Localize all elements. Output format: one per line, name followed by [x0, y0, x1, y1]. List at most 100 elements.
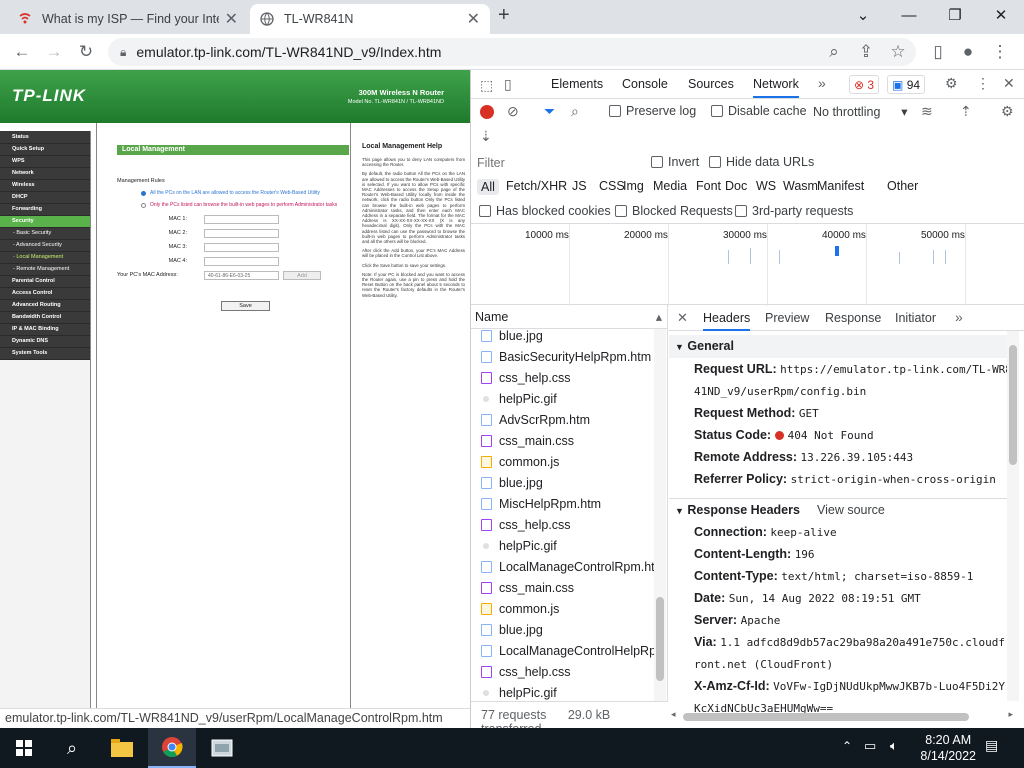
- request-row[interactable]: MiscHelpRpm.htm: [471, 493, 655, 514]
- request-row[interactable]: LocalManageControlRpm.htm: [471, 556, 655, 577]
- blocked-cookies-checkbox[interactable]: Has blocked cookies: [479, 204, 611, 218]
- network-tray-icon[interactable]: ▭: [864, 738, 876, 754]
- close-window-button[interactable]: ✕: [978, 0, 1024, 30]
- request-list-scrollbar[interactable]: [654, 329, 666, 701]
- router-menu-item[interactable]: Dynamic DNS: [0, 336, 90, 348]
- request-row[interactable]: AdvScrRpm.htm: [471, 409, 655, 430]
- clear-icon[interactable]: ⊘: [507, 103, 519, 120]
- more-options-icon[interactable]: ⋮: [976, 75, 990, 92]
- throttling-select[interactable]: No throttling ▾: [813, 104, 908, 119]
- windows-start-icon[interactable]: [0, 728, 48, 768]
- router-menu-item[interactable]: WPS: [0, 156, 90, 168]
- third-party-checkbox[interactable]: 3rd-party requests: [735, 204, 853, 218]
- mac-input-4[interactable]: [204, 257, 279, 266]
- chrome-taskbar-icon[interactable]: [148, 728, 196, 768]
- detail-scrollbar[interactable]: [1007, 331, 1019, 701]
- search-icon[interactable]: ⌕: [571, 103, 579, 120]
- request-row[interactable]: helpPic.gif: [471, 535, 655, 556]
- address-bar[interactable]: 🔒︎ emulator.tp-link.com/TL-WR841ND_v9/In…: [108, 38, 916, 66]
- network-settings-icon[interactable]: ⚙: [1001, 103, 1014, 120]
- system-clock[interactable]: 8:20 AM 8/14/2022: [920, 732, 976, 764]
- filter-input[interactable]: Filter: [477, 156, 637, 170]
- tab-network[interactable]: Network: [753, 77, 799, 98]
- mac-input-2[interactable]: [204, 229, 279, 238]
- chevron-down-icon[interactable]: ⌄: [840, 0, 886, 30]
- request-row[interactable]: blue.jpg: [471, 619, 655, 640]
- request-row[interactable]: css_help.css: [471, 661, 655, 682]
- error-badge[interactable]: ⊗ 3: [849, 75, 880, 94]
- search-taskbar-icon[interactable]: ⌕: [48, 728, 96, 768]
- request-row[interactable]: blue.jpg: [471, 325, 655, 346]
- general-section-header[interactable]: ▼ General: [669, 335, 1009, 358]
- tab-tl-wr841n[interactable]: TL-WR841N ✕: [250, 4, 490, 34]
- request-row[interactable]: BasicSecurityHelpRpm.htm: [471, 346, 655, 367]
- save-button[interactable]: Save: [221, 301, 270, 311]
- more-detail-tabs-icon[interactable]: »: [955, 309, 963, 325]
- hide-data-urls-checkbox[interactable]: Hide data URLs: [709, 155, 814, 169]
- type-filter-doc[interactable]: Doc: [725, 179, 747, 193]
- disable-cache-checkbox[interactable]: Disable cache: [711, 104, 807, 118]
- checkbox[interactable]: [711, 105, 723, 117]
- router-menu-item[interactable]: Bandwidth Control: [0, 312, 90, 324]
- back-button[interactable]: ←: [10, 40, 34, 64]
- router-menu-item[interactable]: Security: [0, 216, 90, 228]
- router-menu-item[interactable]: Wireless: [0, 180, 90, 192]
- scrollbar-thumb[interactable]: [683, 713, 969, 721]
- checkbox[interactable]: [479, 205, 491, 217]
- type-filter-js[interactable]: JS: [572, 179, 587, 193]
- router-menu-item[interactable]: - Local Management: [0, 252, 90, 264]
- menu-kebab-icon[interactable]: ⋮: [988, 40, 1012, 64]
- request-row[interactable]: common.js: [471, 598, 655, 619]
- router-menu-item[interactable]: Advanced Routing: [0, 300, 90, 312]
- preserve-log-checkbox[interactable]: Preserve log: [609, 104, 696, 118]
- show-hidden-icons-icon[interactable]: ⌃: [842, 739, 852, 753]
- scrollbar-thumb[interactable]: [656, 597, 664, 681]
- close-tab-icon[interactable]: ✕: [225, 9, 238, 29]
- radio-button[interactable]: [141, 202, 146, 208]
- blocked-requests-checkbox[interactable]: Blocked Requests: [615, 204, 733, 218]
- request-row[interactable]: css_main.css: [471, 577, 655, 598]
- volume-icon[interactable]: 🔈︎: [890, 738, 898, 754]
- request-row[interactable]: helpPic.gif: [471, 388, 655, 409]
- router-menu-item[interactable]: - Advanced Security: [0, 240, 90, 252]
- router-menu-item[interactable]: DHCP: [0, 192, 90, 204]
- type-filter-wasm[interactable]: Wasm: [783, 179, 818, 193]
- network-timeline[interactable]: 10000 ms 20000 ms 30000 ms 40000 ms 5000…: [471, 223, 1024, 306]
- invert-checkbox[interactable]: Invert: [651, 155, 699, 169]
- type-filter-all[interactable]: All: [477, 179, 499, 195]
- type-filter-css[interactable]: CSS: [599, 179, 625, 193]
- tab-preview[interactable]: Preview: [765, 311, 809, 325]
- minimize-button[interactable]: —: [886, 0, 932, 30]
- profile-icon[interactable]: ●: [956, 40, 980, 64]
- tab-whatismyisp[interactable]: What is my ISP — Find your Internet... ✕: [8, 4, 248, 34]
- scroll-left-icon[interactable]: ◂: [671, 709, 676, 720]
- radio-button[interactable]: [141, 190, 146, 196]
- upload-icon[interactable]: ⇡: [960, 103, 972, 120]
- download-icon[interactable]: ⇣: [480, 128, 492, 145]
- app-taskbar-icon[interactable]: [198, 728, 246, 768]
- router-menu-item[interactable]: Parental Control: [0, 276, 90, 288]
- request-row[interactable]: blue.jpg: [471, 472, 655, 493]
- forward-button[interactable]: →: [42, 40, 66, 64]
- settings-gear-icon[interactable]: ⚙: [945, 75, 958, 92]
- tab-response[interactable]: Response: [825, 311, 881, 325]
- response-headers-section-header[interactable]: ▼ Response Headers View source: [669, 498, 1009, 521]
- close-tab-icon[interactable]: ✕: [467, 9, 480, 29]
- request-row[interactable]: LocalManageControlHelpRpm: [471, 640, 655, 661]
- scroll-right-icon[interactable]: ▸: [1008, 709, 1013, 720]
- checkbox[interactable]: [651, 156, 663, 168]
- checkbox[interactable]: [735, 205, 747, 217]
- add-button[interactable]: Add: [283, 271, 321, 280]
- radio-listed-pcs[interactable]: Only the PCs listed can browse the built…: [141, 202, 337, 208]
- scrollbar-thumb[interactable]: [1009, 345, 1017, 465]
- detail-horizontal-scrollbar[interactable]: ◂ ▸: [671, 709, 1024, 723]
- type-filter-manifest[interactable]: Manifest: [817, 179, 864, 193]
- side-panel-icon[interactable]: ▯: [926, 40, 950, 64]
- share-icon[interactable]: ⇪: [854, 40, 878, 64]
- mac-input-3[interactable]: [204, 243, 279, 252]
- checkbox[interactable]: [615, 205, 627, 217]
- router-menu-item[interactable]: - Remote Management: [0, 264, 90, 276]
- request-row[interactable]: css_main.css: [471, 430, 655, 451]
- type-filter-media[interactable]: Media: [653, 179, 687, 193]
- reload-button[interactable]: ↻: [74, 40, 98, 64]
